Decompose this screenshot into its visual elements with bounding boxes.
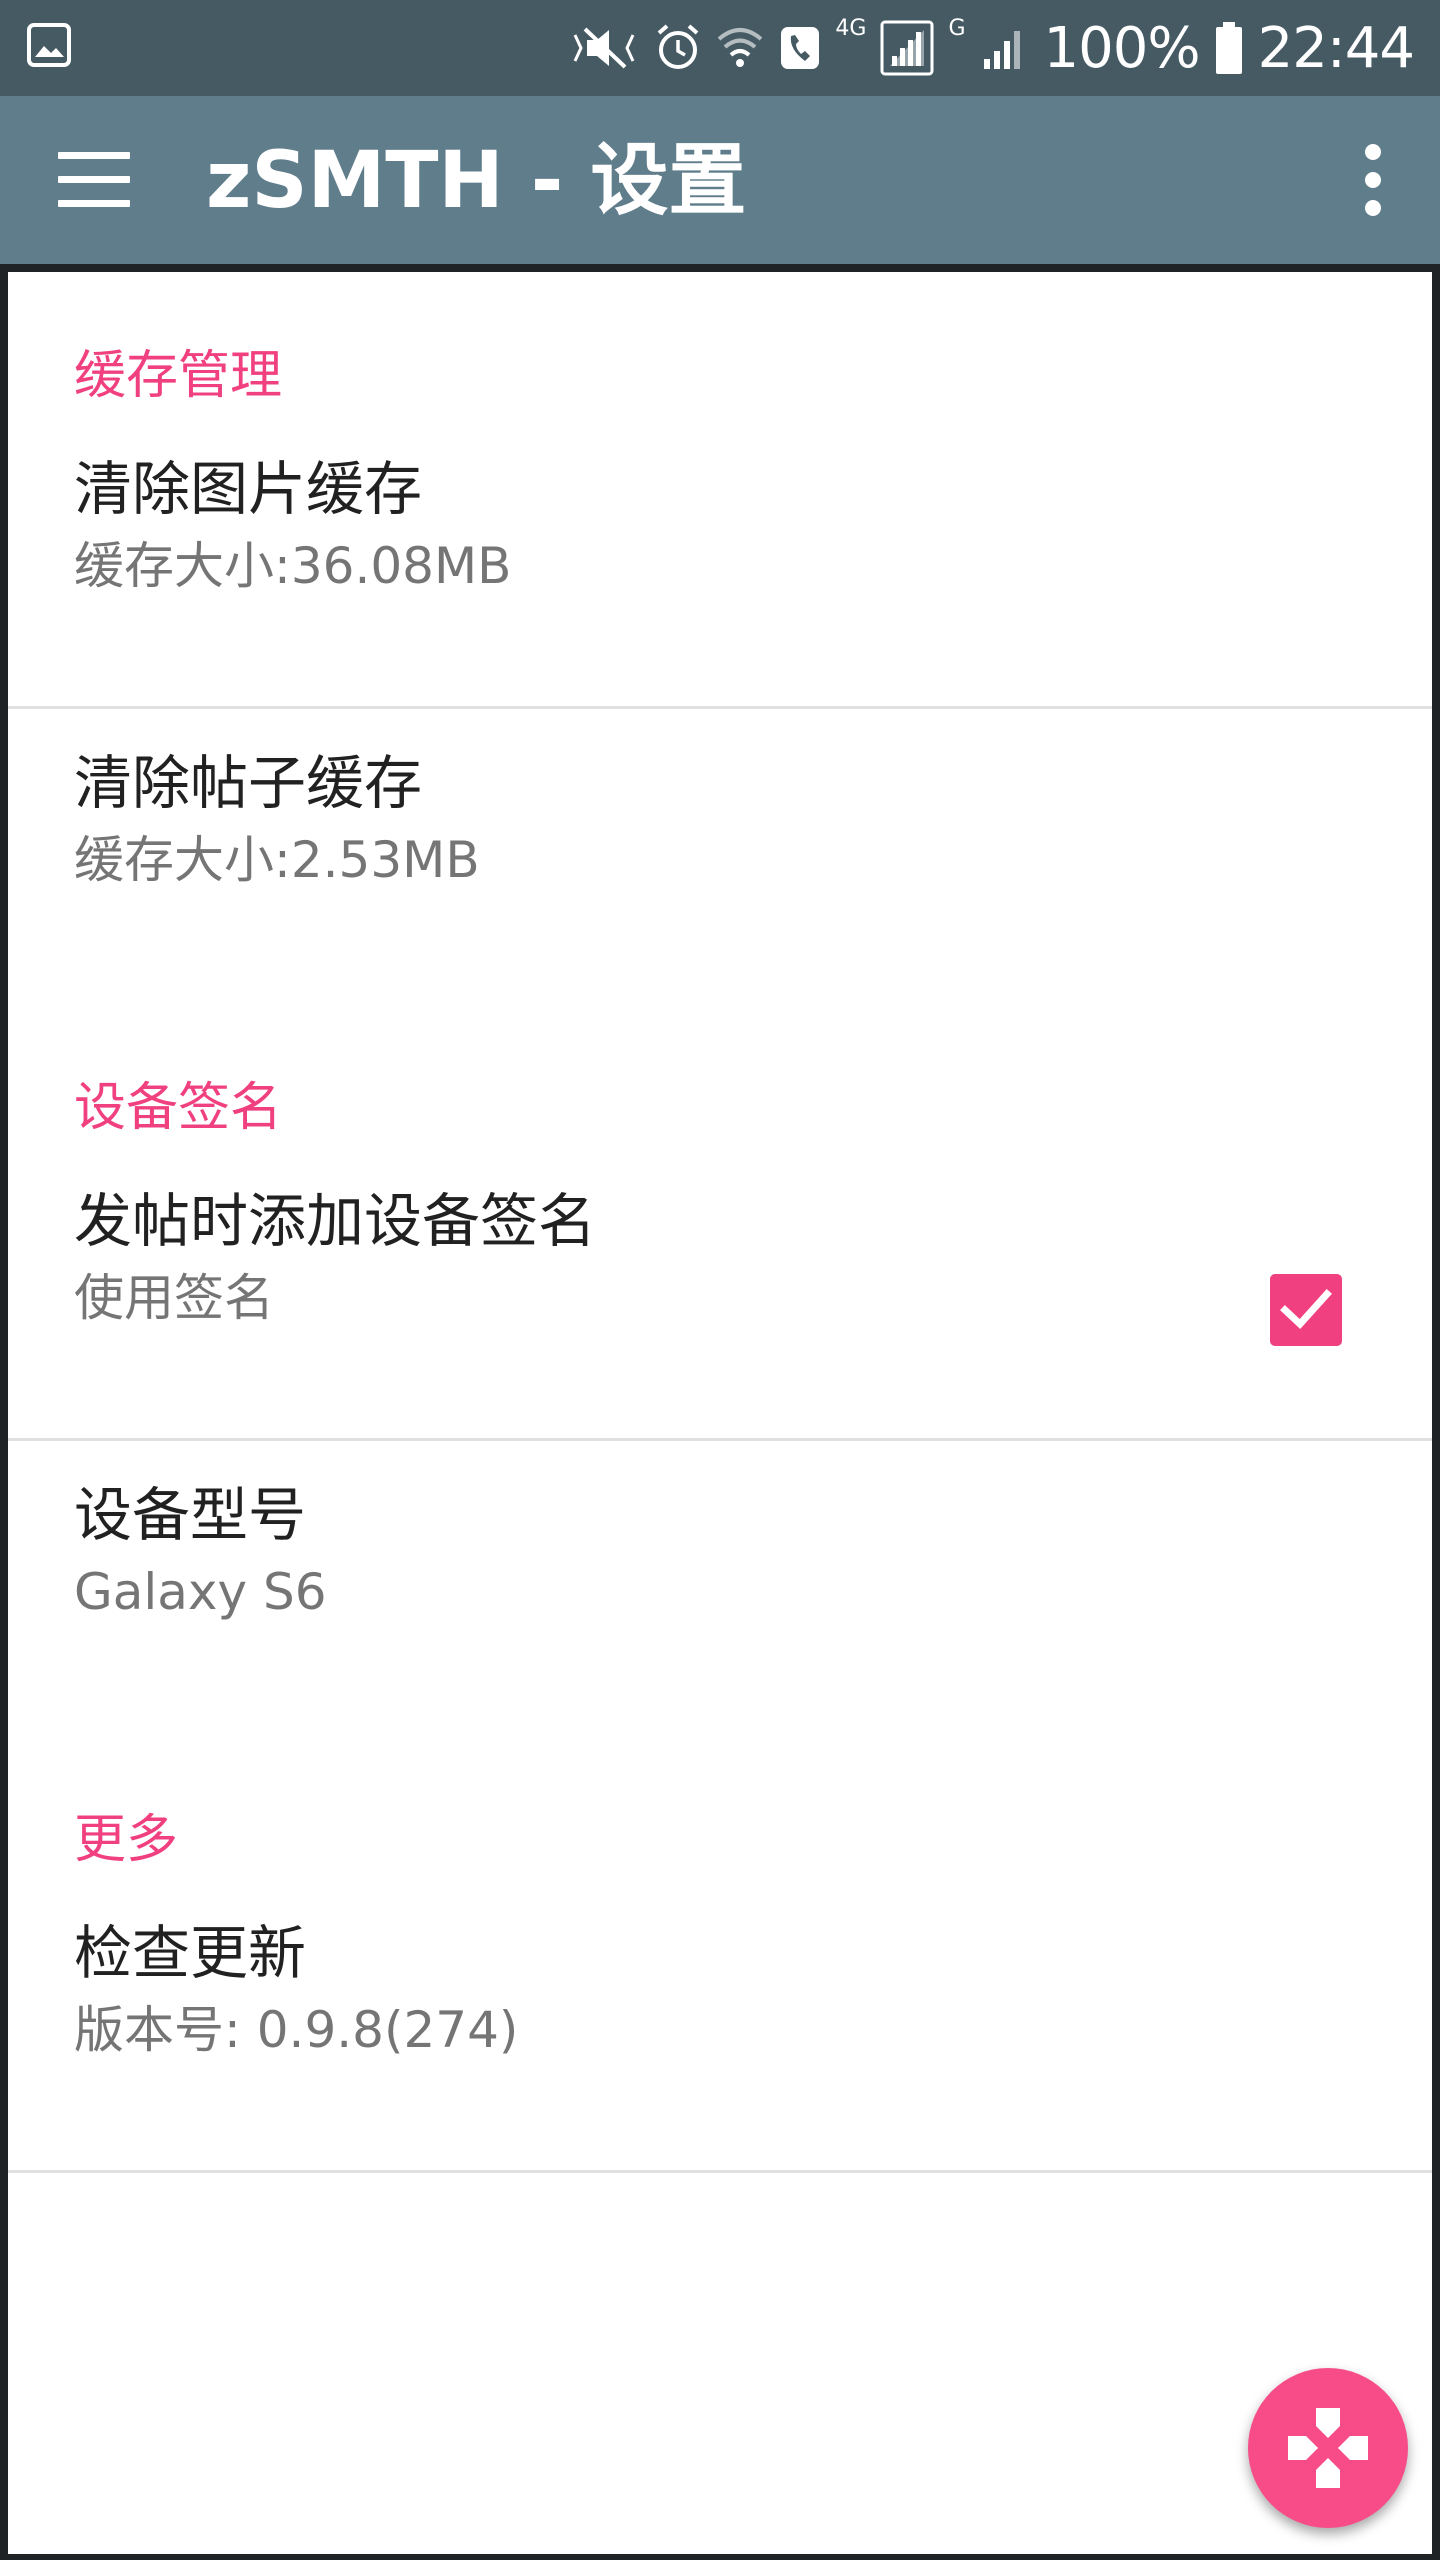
pref-summary: 使用签名 <box>74 1269 274 1327</box>
network-type-label: 4G <box>835 15 867 41</box>
hamburger-menu-icon[interactable] <box>56 152 132 208</box>
network-type-label-2: G <box>948 15 966 41</box>
section-header-cache: 缓存管理 <box>74 346 283 406</box>
battery-percent: 100% <box>1043 15 1201 81</box>
pref-clear-post-cache[interactable]: 清除帖子缓存 缓存大小:2.53MB <box>8 736 1432 1026</box>
pref-title: 清除图片缓存 <box>74 455 423 523</box>
status-icons: 4G G 100% 22:44 <box>571 0 1415 96</box>
fab-button[interactable] <box>1248 2368 1408 2528</box>
status-bar: 4G G 100% 22:44 <box>0 0 1440 96</box>
divider <box>8 1438 1432 1441</box>
pref-check-update[interactable]: 检查更新 版本号: 0.9.8(274) <box>8 1906 1432 2196</box>
pref-clear-image-cache[interactable]: 清除图片缓存 缓存大小:36.08MB <box>8 442 1432 732</box>
signal-g-icon <box>983 31 1020 69</box>
signal-4g-icon <box>880 20 934 76</box>
signature-checkbox[interactable] <box>1270 1274 1342 1346</box>
wifi-icon <box>718 28 763 67</box>
pref-title: 清除帖子缓存 <box>74 749 423 817</box>
alarm-icon <box>658 24 699 69</box>
settings-list: 缓存管理 清除图片缓存 缓存大小:36.08MB 清除帖子缓存 缓存大小:2.5… <box>8 272 1432 2554</box>
pref-summary: 缓存大小:2.53MB <box>74 831 480 889</box>
section-header-device-signature: 设备签名 <box>74 1078 283 1138</box>
app-bar: zSMTH - 设置 <box>0 96 1440 264</box>
divider <box>8 2170 1432 2173</box>
gamepad-icon <box>1288 2408 1368 2488</box>
page-title: zSMTH - 设置 <box>206 136 747 226</box>
call-icon <box>781 27 820 69</box>
more-vert-icon[interactable] <box>1352 142 1396 218</box>
gallery-icon <box>27 23 71 67</box>
pref-title: 设备型号 <box>74 1481 307 1549</box>
checkmark-icon <box>1280 1289 1332 1329</box>
clock: 22:44 <box>1257 15 1415 81</box>
divider <box>8 706 1432 709</box>
pref-summary: 版本号: 0.9.8(274) <box>74 2001 519 2059</box>
pref-summary: 缓存大小:36.08MB <box>74 537 512 595</box>
section-header-more: 更多 <box>74 1810 179 1870</box>
battery-icon <box>1215 22 1242 74</box>
pref-title: 发帖时添加设备签名 <box>74 1187 597 1255</box>
pref-device-model[interactable]: 设备型号 Galaxy S6 <box>8 1468 1432 1758</box>
pref-add-device-signature[interactable]: 发帖时添加设备签名 使用签名 <box>8 1174 1432 1464</box>
pref-summary: Galaxy S6 <box>74 1563 327 1621</box>
mute-vibrate-icon <box>574 27 635 69</box>
pref-title: 检查更新 <box>74 1919 307 1987</box>
